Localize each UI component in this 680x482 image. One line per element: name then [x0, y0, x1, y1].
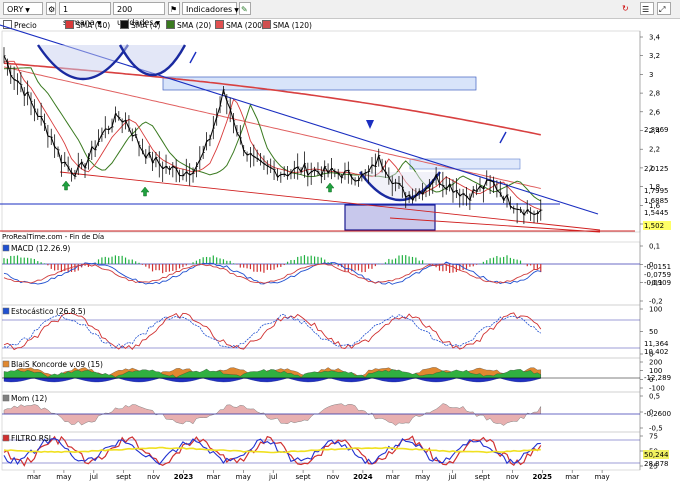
cup-pattern: [118, 44, 187, 76]
koncorde-blue-area: [3, 377, 541, 383]
cup-pattern: [359, 171, 441, 201]
up-arrow-icon: [325, 182, 335, 193]
y-tick-label: 0,5: [649, 393, 660, 401]
resistance-zone: [409, 158, 521, 170]
source-label: ProRealTime.com - Fin de Día: [2, 233, 104, 241]
x-tick-label: 2024: [353, 473, 373, 481]
value-label: -0,0151: [644, 263, 671, 271]
x-tick-label: jul: [89, 473, 98, 481]
value-label: -0,0909: [644, 279, 671, 287]
trendline-red: [59, 171, 601, 231]
x-tick-label: sept: [475, 473, 490, 481]
cup-pattern: [36, 44, 130, 81]
y-tick-label: 2,8: [649, 90, 660, 98]
panel-swatch: [2, 244, 10, 252]
price-label: 1,6885: [644, 197, 669, 205]
x-tick-label: nov: [147, 473, 160, 481]
x-tick-label: may: [594, 473, 609, 481]
panel-frame: [1, 241, 641, 306]
x-tick-label: mar: [27, 473, 41, 481]
panel-swatch: [2, 307, 10, 315]
up-arrow-icon: [140, 186, 150, 197]
down-arrow-icon: [366, 120, 374, 129]
y-tick-label: 100: [649, 306, 662, 314]
y-tick-label: 2,2: [649, 146, 660, 154]
value-label: 28,878: [644, 460, 669, 468]
y-tick-label: 200: [649, 359, 662, 367]
value-label: 50,244: [644, 451, 669, 459]
price-label: 1,5445: [644, 209, 669, 217]
value-label: -0,0759: [644, 271, 671, 279]
stochastic-k-line: [3, 312, 542, 351]
chart-canvas[interactable]: 3,43,232,82,62,42,221,81,61,4ProRealTime…: [0, 0, 680, 482]
y-tick-label: 2,6: [649, 108, 661, 116]
panel-title: BlaiS Koncorde v.09 (15): [11, 360, 103, 369]
x-tick-label: sept: [116, 473, 131, 481]
down-arrow-icon: [499, 131, 507, 144]
y-tick-label: 3,2: [649, 52, 660, 60]
panel-swatch: [2, 434, 10, 442]
down-arrow-icon: [189, 51, 197, 64]
x-tick-label: mar: [565, 473, 579, 481]
value-label: -0,2600: [644, 410, 671, 418]
value-label: 10,402: [644, 348, 669, 356]
y-tick-label: -100: [649, 385, 665, 393]
y-tick-label: 0,1: [649, 243, 660, 251]
panel-frame: [1, 304, 641, 359]
x-tick-label: nov: [327, 473, 340, 481]
x-tick-label: may: [56, 473, 71, 481]
x-tick-label: 2025: [533, 473, 553, 481]
x-tick-label: may: [415, 473, 430, 481]
y-tick-label: -0,5: [649, 425, 663, 433]
support-zone: [344, 204, 436, 231]
panel-title: MACD (12.26.9): [11, 244, 70, 253]
panel-title: FILTRO RSI: [11, 434, 51, 443]
y-tick-label: 50: [649, 328, 658, 336]
x-tick-label: nov: [506, 473, 519, 481]
resistance-zone: [162, 76, 477, 91]
value-label: -12,289: [644, 374, 671, 382]
momentum-area: [3, 403, 542, 426]
price-label: 1,502: [644, 222, 664, 230]
panel-title: Mom (12): [11, 394, 47, 403]
x-tick-label: jul: [447, 473, 456, 481]
x-tick-label: mar: [206, 473, 220, 481]
up-arrow-icon: [61, 180, 71, 191]
price-label: 1,7995: [644, 187, 669, 195]
x-tick-label: 2023: [174, 473, 194, 481]
y-tick-label: 75: [649, 433, 658, 441]
panel-title: Estocástico (26.8.5): [11, 307, 86, 316]
value-label: 11,364: [644, 340, 669, 348]
y-tick-label: -0,2: [649, 298, 663, 306]
panel-swatch: [2, 394, 10, 402]
price-label: 2,3969: [644, 126, 669, 134]
x-tick-label: sept: [296, 473, 311, 481]
x-tick-label: may: [236, 473, 251, 481]
price-label: 2,0125: [644, 165, 669, 173]
y-tick-label: 3,4: [649, 34, 661, 42]
x-tick-label: jul: [268, 473, 277, 481]
y-tick-label: 3: [649, 71, 653, 79]
panel-swatch: [2, 360, 10, 368]
stochastic-d-line: [3, 313, 542, 349]
x-tick-label: mar: [386, 473, 400, 481]
